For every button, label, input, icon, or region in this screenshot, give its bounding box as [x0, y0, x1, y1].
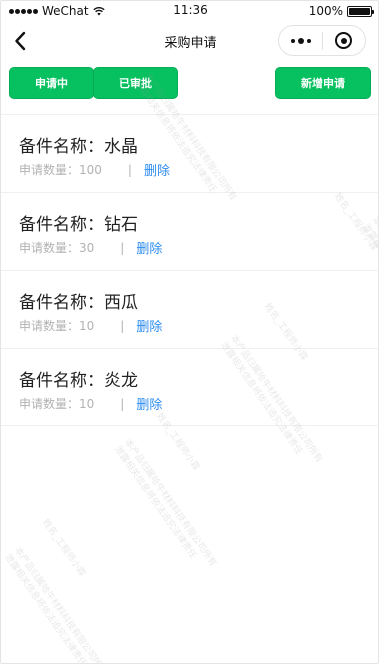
status-bar: WeChat 11:36 100%: [1, 1, 378, 21]
list-item[interactable]: 备件名称： 炎龙 申请数量： 10 | 删除: [1, 348, 378, 426]
item-title: 备件名称： 水晶: [19, 132, 138, 157]
battery-icon: [347, 5, 374, 17]
item-meta: 申请数量： 10 | 删除: [19, 316, 162, 336]
app-frame: WeChat 11:36 100% 采购申请 申请中 已审批 新增申请 备件名称…: [0, 0, 379, 664]
tab-pending-button[interactable]: 申请中: [9, 67, 94, 99]
delete-link[interactable]: 删除: [136, 316, 162, 335]
tab-approved-button[interactable]: 已审批: [93, 67, 178, 99]
target-close-icon: [335, 32, 353, 49]
delete-link[interactable]: 删除: [144, 160, 170, 179]
item-qty-value: 10: [79, 318, 95, 333]
item-title: 备件名称： 炎龙: [19, 366, 138, 391]
item-separator: |: [127, 162, 132, 177]
item-meta: 申请数量： 10 | 删除: [19, 394, 162, 414]
item-title: 备件名称： 西瓜: [19, 288, 138, 313]
item-name-label: 备件名称：: [19, 371, 104, 391]
item-qty-label: 申请数量：: [19, 319, 80, 333]
item-qty-value: 30: [79, 240, 95, 255]
item-meta: 申请数量： 30 | 删除: [19, 238, 162, 258]
request-list: 备件名称： 水晶 申请数量： 100 | 删除 备件名称： 钻石 申请数量： 30 | …: [1, 114, 378, 426]
item-separator: |: [120, 318, 125, 333]
battery-percent: 100%: [308, 4, 343, 18]
list-item[interactable]: 备件名称： 水晶 申请数量： 100 | 删除: [1, 114, 378, 192]
item-name-label: 备件名称：: [19, 293, 104, 313]
item-meta: 申请数量： 100 | 删除: [19, 160, 170, 180]
item-name-value: 水晶: [104, 137, 138, 157]
item-name-label: 备件名称：: [19, 215, 104, 235]
item-qty-value: 10: [79, 396, 95, 411]
item-qty-label: 申请数量：: [19, 163, 80, 177]
item-name-label: 备件名称：: [19, 137, 104, 157]
item-qty-value: 100: [79, 162, 102, 177]
item-title: 备件名称： 钻石: [19, 210, 138, 235]
watermark-text: 本产品归属哈牛材料科技有限公司所有 泄露相关信息将依法追究法律责任: [2, 545, 108, 664]
item-qty-label: 申请数量：: [19, 397, 80, 411]
new-request-button[interactable]: 新增申请: [275, 67, 371, 99]
miniprogram-capsule: [278, 25, 366, 56]
item-name-value: 钻石: [104, 215, 138, 235]
item-name-value: 炎龙: [104, 371, 138, 391]
watermark-text: 本产品归属哈牛材料科技有限公司所有 泄露相关信息将依法追究法律责任: [112, 437, 218, 569]
list-item[interactable]: 备件名称： 钻石 申请数量： 30 | 删除: [1, 192, 378, 270]
item-qty-label: 申请数量：: [19, 241, 80, 255]
watermark-text: 姓名_工程师小霖: [39, 517, 87, 579]
more-dots-icon: [290, 38, 295, 43]
delete-link[interactable]: 删除: [136, 238, 162, 257]
navigation-bar: 采购申请: [1, 21, 378, 61]
status-right: 100%: [308, 4, 374, 18]
list-item[interactable]: 备件名称： 西瓜 申请数量： 10 | 删除: [1, 270, 378, 348]
close-miniprogram-button[interactable]: [323, 26, 365, 55]
item-separator: |: [120, 396, 125, 411]
item-name-value: 西瓜: [104, 293, 138, 313]
item-separator: |: [120, 240, 125, 255]
delete-link[interactable]: 删除: [136, 394, 162, 413]
more-menu-button[interactable]: [279, 26, 322, 55]
